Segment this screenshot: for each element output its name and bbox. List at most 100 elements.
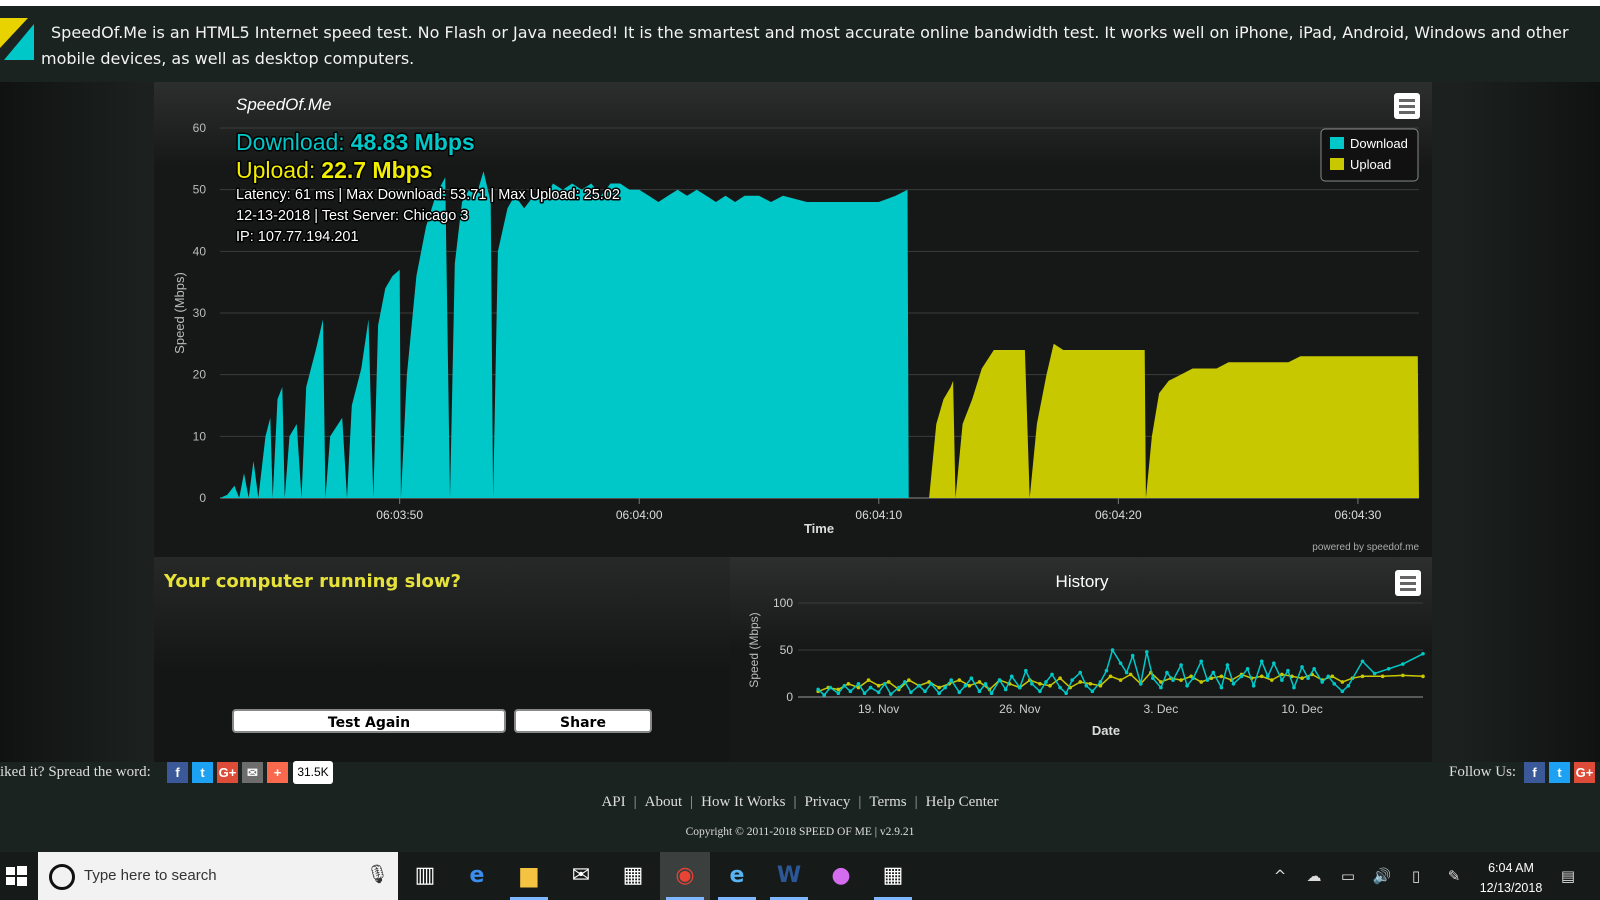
latency-line: Latency: 61 ms | Max Download: 53.71 | M… — [236, 187, 620, 203]
history-point — [1090, 689, 1095, 694]
chrome-icon[interactable]: ◉ — [660, 852, 710, 900]
twitter-icon[interactable]: t — [192, 762, 213, 783]
task-view-icon[interactable]: ▥ — [400, 852, 450, 900]
history-point — [1340, 680, 1345, 684]
footer-link-how-it-works[interactable]: How It Works — [701, 794, 785, 810]
history-point — [1130, 653, 1135, 658]
y-tick-label: 0 — [199, 491, 206, 505]
googleplus-icon[interactable]: G+ — [217, 762, 238, 783]
speed-chart-panel: 0 10 20 30 40 50 60 06:03:50 06:04:00 06:04:10 06:… — [154, 82, 1432, 557]
history-point — [943, 685, 947, 690]
follow-us-label: Follow Us: — [1449, 764, 1517, 780]
share-button[interactable]: Share — [514, 709, 652, 733]
history-point — [1360, 659, 1365, 664]
footer-link-about[interactable]: About — [645, 794, 683, 810]
history-point — [876, 690, 881, 695]
onedrive-icon[interactable]: ☁ — [1300, 852, 1328, 900]
twitter-icon[interactable]: t — [1549, 762, 1570, 783]
history-point — [828, 685, 833, 690]
email-icon[interactable]: ✉ — [242, 762, 263, 783]
history-point — [1108, 674, 1113, 679]
history-point — [1259, 674, 1264, 679]
history-point — [1044, 680, 1048, 684]
download-value: 48.83 Mbps — [351, 129, 475, 155]
history-point — [822, 693, 827, 697]
y-tick-label: 50 — [193, 183, 207, 197]
history-point — [957, 690, 962, 695]
addthis-icon[interactable]: + — [267, 762, 288, 783]
facebook-icon[interactable]: f — [167, 762, 188, 783]
network-icon[interactable]: ▭ — [1334, 852, 1362, 900]
history-point — [1421, 674, 1425, 679]
y-tick-label: 0 — [786, 690, 793, 704]
footer-link-privacy[interactable]: Privacy — [805, 794, 851, 810]
history-point — [1340, 689, 1345, 694]
calculator-icon[interactable]: ▦ — [868, 852, 918, 900]
microphone-icon[interactable]: 🎙 — [366, 864, 389, 885]
action-center-icon[interactable]: ▤ — [1554, 852, 1582, 900]
word-icon[interactable]: W — [764, 852, 814, 900]
history-point — [957, 678, 962, 682]
history-point — [886, 680, 891, 684]
history-point — [1078, 670, 1083, 675]
upload-value: 22.7 Mbps — [321, 157, 432, 183]
y-tick-label: 20 — [193, 368, 207, 382]
history-point — [842, 683, 847, 688]
menu-line — [1400, 582, 1416, 585]
history-point — [1380, 674, 1385, 679]
mail-icon[interactable]: ✉ — [556, 852, 606, 900]
footer-separator: | — [858, 794, 862, 810]
history-point — [1205, 678, 1210, 682]
paint3d-icon[interactable]: ● — [816, 852, 866, 900]
copyright-text: Copyright © 2011-2018 SPEED OF ME | v2.9… — [685, 826, 915, 838]
history-point — [1009, 674, 1014, 679]
history-point — [1171, 678, 1175, 682]
history-point — [1078, 680, 1083, 684]
footer-link-terms[interactable]: Terms — [869, 794, 906, 810]
battery-icon[interactable]: ▯ — [1402, 852, 1430, 900]
volume-icon[interactable]: 🔊 — [1368, 852, 1396, 900]
store-icon[interactable]: ▦ — [608, 852, 658, 900]
file-explorer-icon[interactable]: ▆ — [504, 852, 554, 900]
clock-date: 12/13/2018 — [1479, 881, 1543, 895]
series-area-upload — [929, 343, 1419, 498]
history-point — [977, 680, 982, 684]
legend-swatch-upload — [1330, 158, 1344, 170]
history-point — [1038, 689, 1042, 694]
history-point — [977, 689, 982, 694]
menu-line — [1400, 588, 1416, 591]
spread-word-label: iked it? Spread the word: — [0, 764, 151, 780]
internet-explorer-icon[interactable]: e — [712, 852, 762, 900]
history-point — [1219, 685, 1224, 690]
test-again-button[interactable]: Test Again — [232, 709, 506, 733]
taskbar-clock[interactable]: 6:04 AM 12/13/2018 — [1466, 858, 1556, 898]
footer-link-api[interactable]: API — [601, 794, 625, 810]
history-point — [1225, 663, 1230, 667]
history-point — [909, 690, 913, 695]
upload-label: Upload: — [236, 157, 315, 183]
windows-start-icon[interactable] — [4, 864, 28, 888]
footer-separator: | — [690, 794, 694, 810]
edge-icon[interactable]: e — [452, 852, 502, 900]
y-tick-label: 100 — [773, 596, 793, 610]
x-tick-label: 10. Dec — [1281, 702, 1322, 716]
menu-line — [1399, 105, 1415, 108]
history-point — [1084, 683, 1089, 688]
taskbar-search-box[interactable]: Type here to search 🎙 — [38, 852, 398, 900]
pen-workspace-icon[interactable]: ✎ — [1440, 852, 1468, 900]
show-hidden-icons-chevron-icon[interactable]: ^ — [1266, 852, 1294, 900]
history-point — [1320, 680, 1324, 684]
speedofme-logo-icon — [0, 18, 34, 60]
history-point — [1179, 678, 1183, 682]
history-menu-icon[interactable] — [1395, 570, 1421, 596]
history-point — [1372, 671, 1377, 676]
footer-link-help-center[interactable]: Help Center — [926, 794, 999, 810]
chart-menu-icon[interactable] — [1394, 93, 1420, 119]
y-tick-label: 40 — [193, 244, 207, 258]
googleplus-icon[interactable]: G+ — [1574, 762, 1595, 783]
x-axis-label: Date — [1092, 723, 1120, 738]
history-point — [1070, 678, 1074, 682]
facebook-icon[interactable]: f — [1524, 762, 1545, 783]
history-panel: History 0 50 100 19. Nov 26. Nov 3. Dec 10. Dec… — [730, 557, 1432, 762]
cortana-icon[interactable] — [49, 864, 75, 890]
